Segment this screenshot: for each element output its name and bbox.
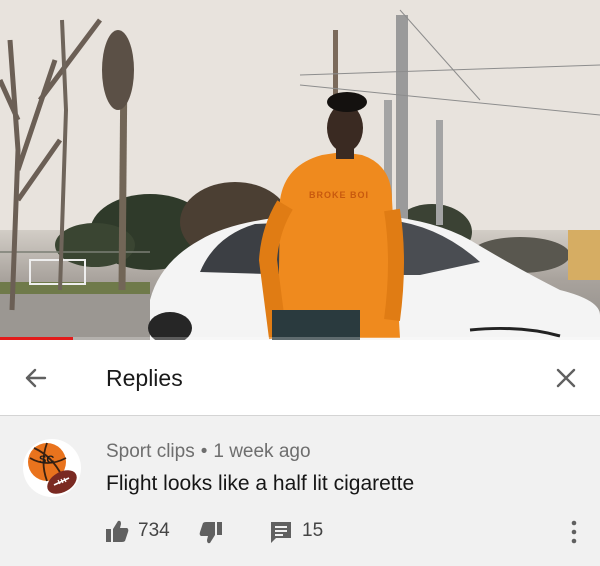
comment-bubble-icon (271, 522, 291, 543)
comment-author[interactable]: Sport clips (106, 441, 195, 462)
basketball-football-avatar-icon: SC (23, 439, 81, 497)
like-count: 734 (138, 520, 170, 541)
comment-item: SC Sport clips • 1 week ago Flight looks l… (0, 417, 600, 566)
more-options-button[interactable] (562, 517, 586, 547)
reply-button[interactable] (268, 519, 294, 545)
like-button[interactable] (104, 518, 130, 544)
dislike-button[interactable] (198, 520, 224, 546)
back-button[interactable] (18, 360, 54, 396)
meta-separator: • (200, 441, 208, 462)
avatar[interactable]: SC (22, 438, 82, 498)
video-player[interactable]: BROKE BOI (0, 0, 600, 340)
reply-count: 15 (302, 520, 324, 541)
svg-text:SC: SC (39, 454, 54, 466)
close-button[interactable] (548, 360, 584, 396)
close-icon (556, 368, 576, 388)
comment-text: Flight looks like a half lit cigarette (106, 472, 415, 495)
video-frame (0, 0, 600, 340)
more-vertical-icon (571, 520, 577, 544)
comment-time: 1 week ago (213, 441, 311, 462)
replies-header: Replies (0, 340, 600, 416)
thumbs-down-icon (199, 522, 222, 544)
thumbs-up-icon (106, 520, 129, 542)
comment-actions: 734 15 (0, 517, 600, 547)
page-title: Replies (106, 365, 183, 391)
comment-meta: Sport clips • 1 week ago (106, 441, 311, 463)
hoodie-print: BROKE BOI (308, 190, 369, 200)
arrow-left-icon (25, 368, 47, 388)
